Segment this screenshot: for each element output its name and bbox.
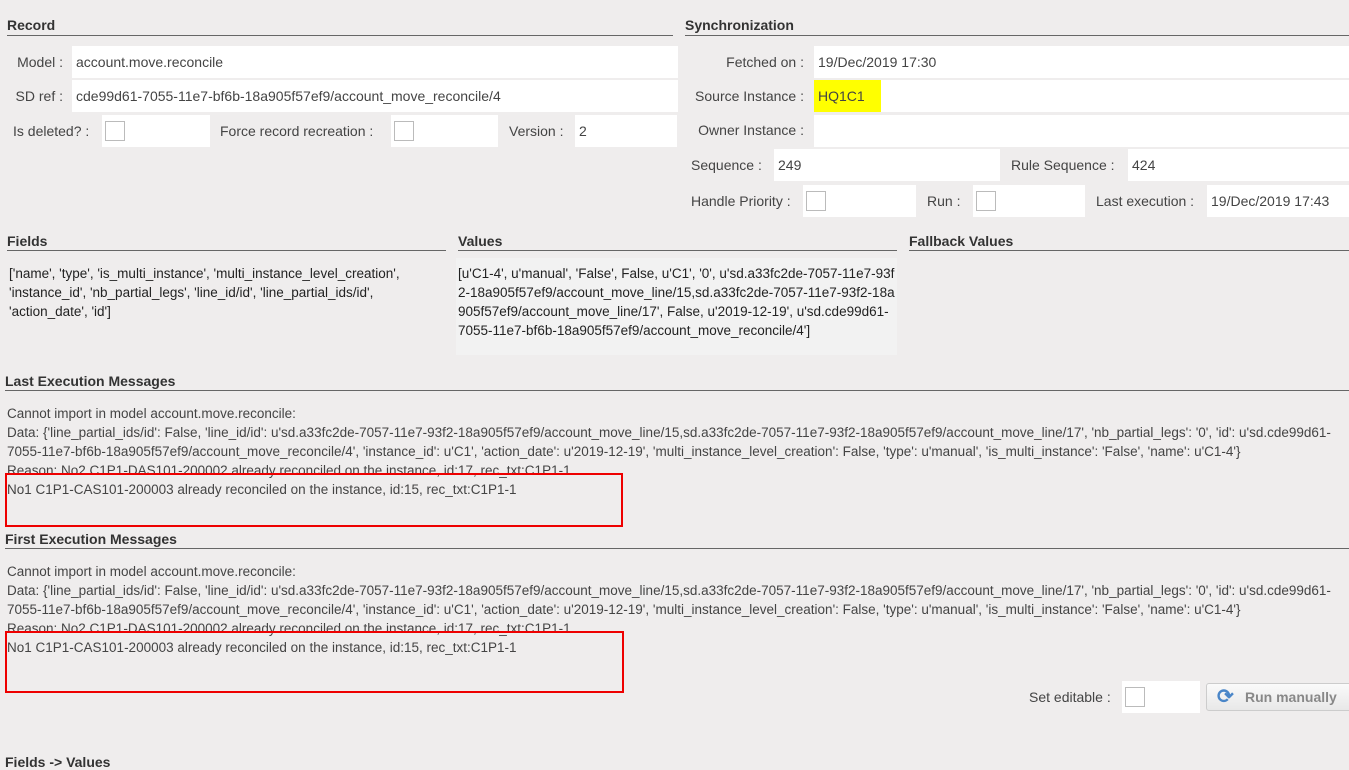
sdref-field[interactable]: cde99d61-7055-11e7-bf6b-18a905f57ef9/acc… [72, 80, 678, 112]
sequence-label: Sequence : [691, 157, 762, 173]
is-deleted-checkbox[interactable] [105, 121, 125, 141]
run-cell [973, 185, 1085, 217]
highlight-box [5, 473, 623, 527]
model-field[interactable]: account.move.reconcile [72, 46, 678, 78]
highlight-box [5, 631, 624, 693]
fetched-label: Fetched on : [726, 54, 804, 70]
values-title: Values [458, 233, 503, 249]
handle-priority-label: Handle Priority : [691, 193, 791, 209]
handle-priority-checkbox[interactable] [806, 191, 826, 211]
message-data: Data: {'line_partial_ids/id': False, 'li… [7, 425, 1331, 459]
source-instance-field[interactable]: HQ1C1 [814, 80, 1349, 112]
sequence-field[interactable]: 249 [774, 149, 1000, 181]
divider [7, 35, 673, 36]
version-field[interactable]: 2 [575, 115, 677, 147]
force-recreation-label: Force record recreation : [220, 123, 374, 139]
divider [458, 250, 897, 251]
fallback-title: Fallback Values [909, 233, 1014, 249]
divider [909, 250, 1349, 251]
sync-section-title: Synchronization [685, 17, 794, 33]
force-recreation-cell [391, 115, 498, 147]
set-editable-cell [1122, 681, 1200, 713]
run-label: Run : [927, 193, 961, 209]
owner-instance-field[interactable] [814, 115, 1349, 147]
sdref-label: SD ref : [15, 88, 63, 104]
last-execution-label: Last execution : [1096, 193, 1195, 209]
first-exec-title: First Execution Messages [5, 531, 177, 547]
set-editable-checkbox[interactable] [1125, 687, 1145, 707]
divider [5, 390, 1349, 391]
last-exec-title: Last Execution Messages [5, 373, 176, 389]
message-line: Cannot import in model account.move.reco… [7, 564, 296, 579]
fields-content: ['name', 'type', 'is_multi_instance', 'm… [9, 266, 400, 319]
owner-label: Owner Instance : [698, 122, 804, 138]
message-line: Cannot import in model account.move.reco… [7, 406, 296, 421]
run-manually-button[interactable]: ⟳ Run manually [1206, 683, 1349, 711]
divider [5, 548, 1349, 549]
handle-priority-cell [803, 185, 916, 217]
source-instance-value: HQ1C1 [814, 80, 881, 112]
version-label: Version : [509, 123, 564, 139]
rule-sequence-label: Rule Sequence : [1011, 157, 1115, 173]
fetched-field[interactable]: 19/Dec/2019 17:30 [814, 46, 1349, 78]
set-editable-label: Set editable : [1029, 689, 1111, 705]
divider [685, 35, 1349, 36]
source-label: Source Instance : [695, 88, 804, 104]
message-data: Data: {'line_partial_ids/id': False, 'li… [7, 583, 1331, 617]
rule-sequence-field[interactable]: 424 [1128, 149, 1349, 181]
is-deleted-label: Is deleted? : [13, 123, 90, 139]
fields-values-title: Fields -> Values [5, 754, 111, 770]
model-label: Model : [17, 54, 63, 70]
force-recreation-checkbox[interactable] [394, 121, 414, 141]
divider [7, 250, 446, 251]
record-section-title: Record [7, 17, 56, 33]
fields-title: Fields [7, 233, 48, 249]
run-checkbox[interactable] [976, 191, 996, 211]
values-content: [u'C1-4', u'manual', 'False', False, u'C… [456, 258, 897, 355]
is-deleted-cell [102, 115, 210, 147]
last-execution-field[interactable]: 19/Dec/2019 17:43 [1207, 185, 1349, 217]
refresh-icon: ⟳ [1217, 686, 1234, 708]
run-manually-label: Run manually [1245, 689, 1337, 705]
